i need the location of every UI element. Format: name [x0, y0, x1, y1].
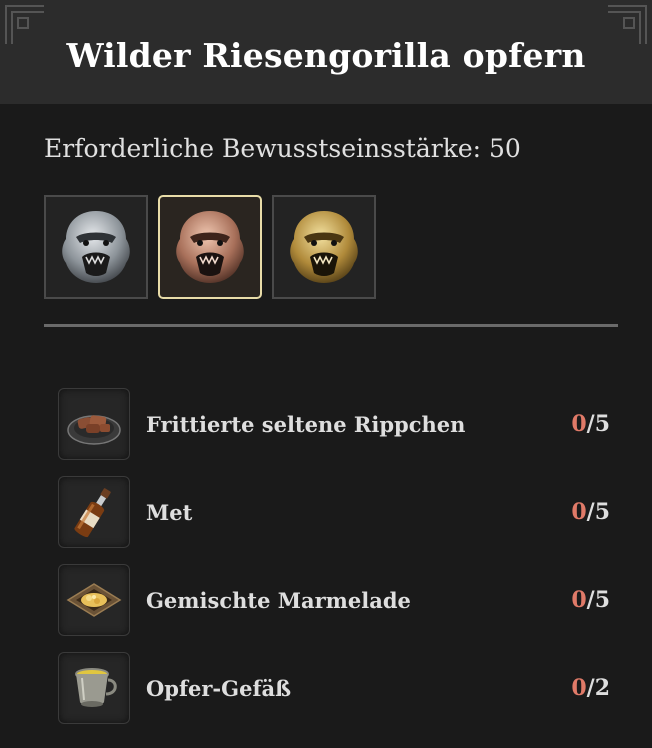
- section-divider: [44, 324, 618, 327]
- dialog-title: Wilder Riesengorilla opfern: [66, 35, 586, 75]
- material-icon-frame: [58, 476, 130, 548]
- tier-slot-bronze[interactable]: [158, 195, 262, 299]
- material-row[interactable]: Gemischte Marmelade 0/5: [58, 556, 618, 644]
- corner-ornament-icon: [608, 5, 647, 44]
- tier-slot-gold[interactable]: [272, 195, 376, 299]
- material-row[interactable]: Opfer-Gefäß 0/2: [58, 644, 618, 732]
- required-consciousness-label: Erforderliche Bewusstseinsstärke: 50: [44, 134, 521, 163]
- jam-tray-icon: [66, 583, 122, 617]
- material-count: 0/5: [571, 411, 610, 437]
- material-count: 0/2: [571, 675, 610, 701]
- bottle-icon: [74, 488, 111, 538]
- dialog-header: Wilder Riesengorilla opfern: [0, 0, 652, 104]
- gorilla-head-silver-icon: [62, 211, 130, 283]
- corner-ornament-icon: [5, 5, 44, 44]
- material-row[interactable]: Met 0/5: [58, 468, 618, 556]
- gorilla-head-bronze-icon: [176, 211, 244, 283]
- material-name: Gemischte Marmelade: [146, 587, 411, 613]
- material-list: Frittierte seltene Rippchen 0/5 Met 0/5: [58, 380, 618, 732]
- material-name: Frittierte seltene Rippchen: [146, 411, 466, 437]
- material-row[interactable]: Frittierte seltene Rippchen 0/5: [58, 380, 618, 468]
- material-icon-frame: [58, 652, 130, 724]
- material-count: 0/5: [571, 587, 610, 613]
- material-icon-frame: [58, 388, 130, 460]
- gorilla-head-gold-icon: [290, 211, 358, 283]
- material-name: Met: [146, 499, 193, 525]
- material-icon-frame: [58, 564, 130, 636]
- tier-slot-silver[interactable]: [44, 195, 148, 299]
- ribs-plate-icon: [67, 415, 121, 445]
- material-name: Opfer-Gefäß: [146, 675, 292, 701]
- cup-icon: [75, 668, 117, 707]
- offering-tier-selector: [44, 195, 376, 299]
- material-count: 0/5: [571, 499, 610, 525]
